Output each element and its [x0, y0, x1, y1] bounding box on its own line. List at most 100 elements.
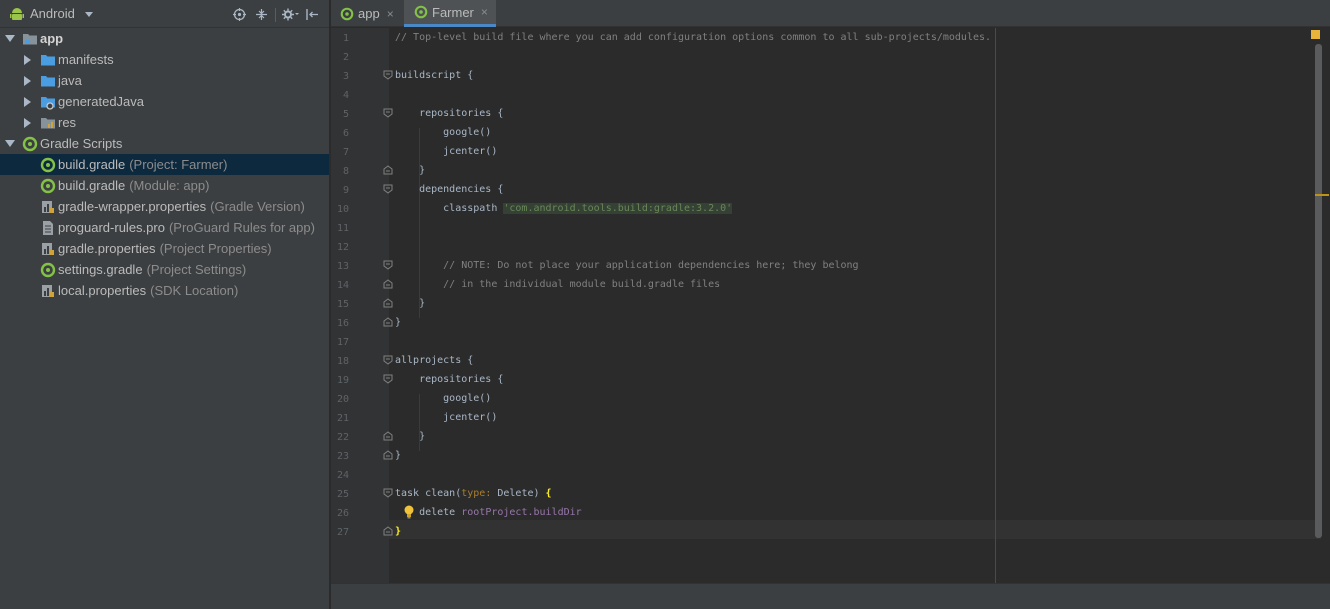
code-line: repositories { [395, 108, 504, 119]
tree-item-app[interactable]: app [0, 28, 329, 49]
file-name: local.properties [58, 283, 147, 298]
fold-icon[interactable] [383, 70, 393, 80]
inspection-status-icon[interactable] [1311, 30, 1320, 39]
fold-icon[interactable] [383, 450, 393, 460]
tree-item-build-gradle-project[interactable]: build.gradle (Project: Farmer) [0, 154, 329, 175]
file-hint: (ProGuard Rules for app) [168, 220, 315, 235]
close-icon[interactable]: × [481, 5, 488, 19]
line-number: 8 [342, 166, 349, 177]
tree-item-proguard-rules[interactable]: proguard-rules.pro (ProGuard Rules for ap… [0, 217, 329, 238]
tab-label: app [358, 6, 380, 21]
locate-icon[interactable] [228, 6, 250, 23]
code-view[interactable]: 1 2 3 4 5 6 7 8 9 10 11 12 13 14 15 16 1… [331, 28, 1330, 583]
tree-item-res[interactable]: res [0, 112, 329, 133]
fold-icon[interactable] [383, 488, 393, 498]
file-hint: (Project Settings) [146, 262, 247, 277]
file-hint: (Module: app) [129, 178, 210, 193]
fold-icon[interactable] [383, 431, 393, 441]
fold-icon[interactable] [383, 317, 393, 327]
code-line: allprojects { [395, 355, 474, 366]
folder-icon [40, 52, 56, 68]
file-name: gradle-wrapper.properties [58, 199, 207, 214]
fold-icon[interactable] [383, 165, 393, 175]
collapsed-arrow-icon[interactable] [24, 118, 31, 128]
chevron-down-icon[interactable] [84, 12, 93, 17]
fold-icon[interactable] [383, 184, 393, 194]
collapsed-arrow-icon[interactable] [24, 55, 31, 65]
line-number: 14 [336, 280, 349, 291]
fold-icon[interactable] [383, 260, 393, 270]
tree-item-build-gradle-module[interactable]: build.gradle (Module: app) [0, 175, 329, 196]
code-line: google() [395, 127, 492, 138]
properties-icon [40, 241, 56, 257]
tree-item-label: Gradle Scripts [40, 136, 123, 151]
tree-item-gradle-scripts[interactable]: Gradle Scripts [0, 133, 329, 154]
code-line: // NOTE: Do not place your application d… [395, 260, 859, 271]
vertical-scrollbar[interactable] [1315, 44, 1322, 538]
gradle-icon [40, 262, 56, 278]
editor-tab-bar: app × Farmer × [331, 0, 1330, 27]
gear-icon[interactable] [279, 6, 301, 23]
code-line: // in the individual module build.gradle… [395, 279, 721, 290]
tree-item-settings-gradle[interactable]: settings.gradle (Project Settings) [0, 259, 329, 280]
fold-icon[interactable] [383, 526, 393, 536]
file-name: settings.gradle [58, 262, 143, 277]
code-line: // Top-level build file where you can ad… [395, 32, 992, 43]
file-name: proguard-rules.pro [58, 220, 165, 235]
line-number: 27 [336, 527, 349, 538]
tree-item-label: gradle.properties (Project Properties) [58, 241, 272, 256]
expanded-arrow-icon[interactable] [5, 140, 15, 147]
tab-label: Farmer [432, 4, 474, 20]
tree-item-java[interactable]: java [0, 70, 329, 91]
code-line: jcenter() [395, 412, 498, 423]
tree-item-generatedjava[interactable]: generatedJava [0, 91, 329, 112]
code-line: google() [395, 393, 492, 404]
horizontal-scrollbar[interactable] [331, 583, 1330, 609]
code-line: } [395, 450, 402, 461]
collapsed-arrow-icon[interactable] [24, 76, 31, 86]
line-number: 17 [336, 337, 349, 348]
tree-item-gradle-properties[interactable]: gradle.properties (Project Properties) [0, 238, 329, 259]
project-pane: Android app manifests java generatedJava… [0, 0, 330, 609]
tree-item-label: build.gradle (Project: Farmer) [58, 157, 227, 172]
tab-farmer[interactable]: Farmer × [404, 0, 496, 27]
fold-icon[interactable] [383, 298, 393, 308]
line-number: 16 [336, 318, 349, 329]
generated-folder-icon [40, 94, 56, 110]
file-hint: (Project: Farmer) [129, 157, 228, 172]
code-line: jcenter() [395, 146, 498, 157]
line-number: 2 [342, 52, 349, 63]
tab-app[interactable]: app × [331, 0, 403, 27]
tree-item-label: java [58, 73, 82, 88]
tree-item-label: generatedJava [58, 94, 145, 109]
line-number: 24 [336, 470, 349, 481]
warning-stripe-marker[interactable] [1315, 194, 1329, 196]
line-number: 22 [336, 432, 349, 443]
file-icon [40, 220, 56, 236]
close-icon[interactable]: × [387, 7, 394, 21]
fold-icon[interactable] [383, 355, 393, 365]
line-number: 18 [336, 356, 349, 367]
hide-pane-icon[interactable] [301, 6, 323, 23]
tree-item-label: proguard-rules.pro (ProGuard Rules for ap… [58, 220, 315, 235]
expanded-arrow-icon[interactable] [5, 35, 15, 42]
line-number: 13 [336, 261, 349, 272]
collapsed-arrow-icon[interactable] [24, 97, 31, 107]
tree-item-gradle-wrapper-properties[interactable]: gradle-wrapper.properties (Gradle Version… [0, 196, 329, 217]
line-number: 10 [336, 204, 349, 215]
fold-icon[interactable] [383, 108, 393, 118]
project-view-selector[interactable]: Android [30, 6, 75, 21]
tree-item-manifests[interactable]: manifests [0, 49, 329, 70]
line-number: 3 [342, 71, 349, 82]
code-line: repositories { [395, 374, 504, 385]
tree-item-local-properties[interactable]: local.properties (SDK Location) [0, 280, 329, 301]
line-number: 7 [342, 147, 349, 158]
line-number: 12 [336, 242, 349, 253]
line-number: 21 [336, 413, 349, 424]
line-number: 9 [342, 185, 349, 196]
code-line: dependencies { [395, 184, 504, 195]
code-line: task clean(type: Delete) { [395, 484, 552, 503]
fold-icon[interactable] [383, 279, 393, 289]
collapse-icon[interactable] [250, 6, 272, 23]
fold-icon[interactable] [383, 374, 393, 384]
